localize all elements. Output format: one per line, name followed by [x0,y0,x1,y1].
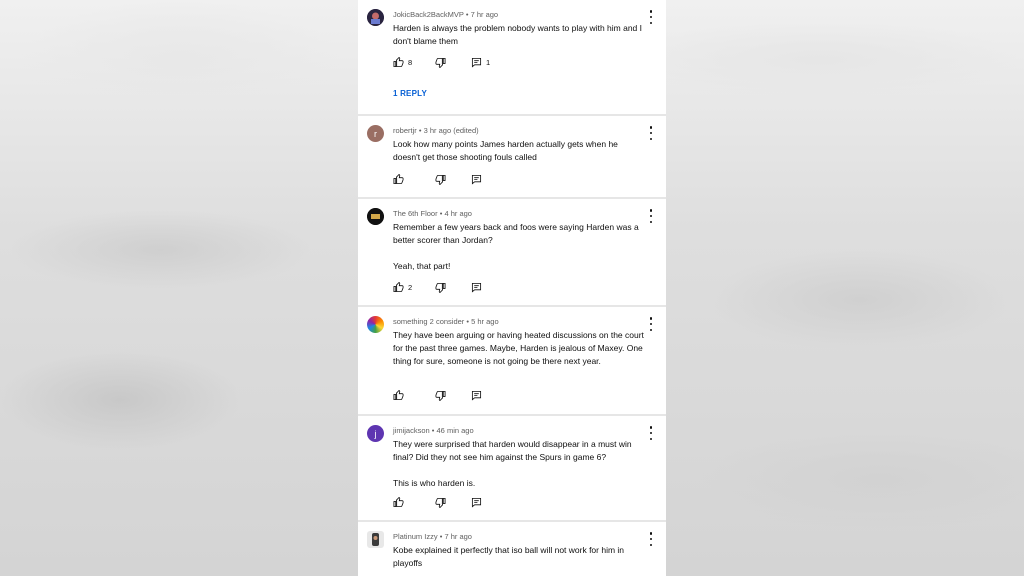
like-button[interactable] [393,497,404,508]
view-replies-link[interactable]: 1 REPLY [393,89,427,98]
meta-separator: • [465,10,469,19]
avatar[interactable] [367,316,384,333]
comment-author[interactable]: JokicBack2BackMVP [393,10,464,19]
meta-separator: • [431,426,435,435]
like-count: 8 [408,58,413,67]
reply-button[interactable] [471,282,482,293]
comment-text: Harden is always the problem nobody want… [393,23,642,46]
like-count: 2 [408,283,413,292]
dislike-button[interactable] [435,390,446,401]
more-vert-icon[interactable] [646,317,656,331]
thumbs-down-icon [435,497,446,508]
reply-button[interactable] [471,390,482,401]
comment-text: Kobe explained it perfectly that iso bal… [393,545,625,568]
like-button[interactable]: 2 [393,282,412,293]
thumbs-up-icon [393,57,404,68]
dislike-button[interactable] [435,497,446,508]
like-button[interactable] [393,390,404,401]
avatar[interactable] [367,208,384,225]
comment-author[interactable]: robertjr [393,126,417,135]
thumbs-down-icon [435,174,446,185]
reply-button[interactable] [471,174,482,185]
like-button[interactable] [393,174,404,185]
avatar[interactable] [367,9,384,26]
thumbs-up-icon [393,390,404,401]
thumbs-up-icon [393,174,404,185]
thumbs-down-icon [435,57,446,68]
meta-separator: • [466,317,470,326]
avatar[interactable]: j [367,425,384,442]
comment-text: Look how many points James harden actual… [393,139,618,162]
comment-time: 5 hr ago [471,317,499,326]
comment-text: They were surprised that harden would di… [393,439,632,488]
comments-panel: JokicBack2BackMVP • 7 hr ago Harden is a… [358,0,666,576]
comment-author[interactable]: Platinum Izzy [393,532,438,541]
more-vert-icon[interactable] [646,126,656,140]
comment-meta: something 2 consider • 5 hr ago [393,317,499,326]
comment-item: r robertjr • 3 hr ago (edited) Look how … [358,116,666,199]
comment-text: They have been arguing or having heated … [393,330,644,366]
thumbs-down-icon [435,282,446,293]
comment-author[interactable]: something 2 consider [393,317,464,326]
reply-icon [471,174,482,185]
like-button[interactable]: 8 [393,57,412,68]
thumbs-up-icon [393,282,404,293]
comment-item: JokicBack2BackMVP • 7 hr ago Harden is a… [358,0,666,116]
comment-time: 46 min ago [436,426,474,435]
meta-separator: • [418,126,422,135]
comment-text: Remember a few years back and foos were … [393,222,639,271]
comment-item: The 6th Floor • 4 hr ago Remember a few … [358,199,666,307]
avatar-letter: j [374,428,377,439]
dislike-button[interactable] [435,174,446,185]
meta-separator: • [439,209,443,218]
reply-icon [471,282,482,293]
comment-item: Platinum Izzy • 7 hr ago Kobe explained … [358,522,666,576]
comment-author[interactable]: jimijackson [393,426,430,435]
more-vert-icon[interactable] [646,209,656,223]
comment-time: 7 hr ago [470,10,499,19]
comment-item: something 2 consider • 5 hr ago They hav… [358,307,666,416]
comment-time: 4 hr ago [444,209,472,218]
comment-author[interactable]: The 6th Floor [393,209,438,218]
comment-meta: Platinum Izzy • 7 hr ago [393,532,472,541]
thumbs-up-icon [393,497,404,508]
dislike-button[interactable] [435,282,446,293]
more-vert-icon[interactable] [646,532,656,546]
thumbs-down-icon [435,390,446,401]
avatar[interactable] [367,531,384,548]
more-vert-icon[interactable] [646,10,656,24]
reply-button[interactable]: 1 [471,57,490,68]
more-vert-icon[interactable] [646,426,656,440]
comment-meta: JokicBack2BackMVP • 7 hr ago [393,10,498,19]
reply-icon [471,390,482,401]
comment-meta: jimijackson • 46 min ago [393,426,474,435]
meta-separator: • [439,532,443,541]
comment-time: 3 hr ago (edited) [423,126,479,135]
comment-meta: The 6th Floor • 4 hr ago [393,209,472,218]
reply-count: 1 [486,58,491,67]
comment-time: 7 hr ago [444,532,472,541]
reply-icon [471,497,482,508]
comment-item: j jimijackson • 46 min ago They were sur… [358,416,666,522]
reply-button[interactable] [471,497,482,508]
comment-meta: robertjr • 3 hr ago (edited) [393,126,479,135]
avatar-letter: r [374,128,377,139]
dislike-button[interactable] [435,57,446,68]
avatar[interactable]: r [367,125,384,142]
reply-icon [471,57,482,68]
